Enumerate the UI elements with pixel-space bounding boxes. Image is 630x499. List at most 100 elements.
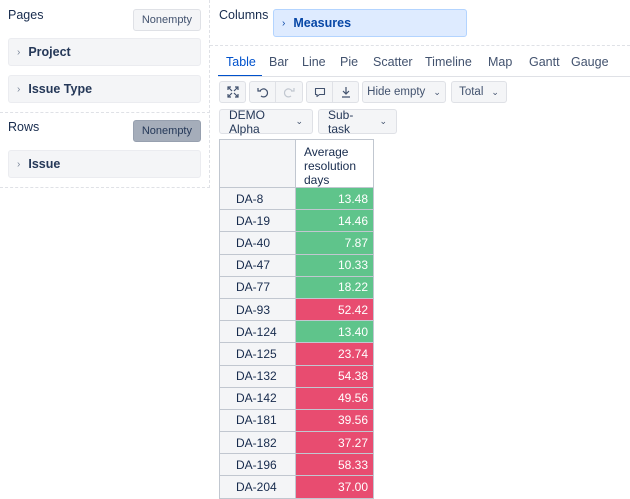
tab-pie[interactable]: Pie [334, 51, 366, 75]
row-header-issue[interactable]: DA-204 [219, 475, 296, 499]
project-filter-dropdown[interactable]: DEMO Alpha ⌄ [219, 107, 313, 136]
redo-button[interactable] [276, 81, 303, 103]
value-cell[interactable]: 7.87 [295, 231, 374, 255]
vertical-divider [209, 0, 210, 188]
row-header-issue[interactable]: DA-77 [219, 275, 296, 299]
row-header-issue[interactable]: DA-40 [219, 231, 296, 255]
total-label: Total [459, 86, 484, 98]
table-row: DA-77 18.22 [219, 275, 374, 299]
pages-label: Pages [8, 8, 44, 22]
value-cell[interactable]: 18.22 [295, 275, 374, 299]
measure-header-line: days [304, 173, 330, 187]
tabs-underline [218, 76, 630, 77]
dimension-label: Issue Type [28, 82, 93, 96]
table-row: DA-40 7.87 [219, 231, 374, 255]
value-cell[interactable]: 37.27 [295, 431, 374, 455]
tab-table[interactable]: Table [218, 51, 262, 77]
chevron-down-icon: ⌄ [295, 116, 303, 126]
rows-dimension-issue[interactable]: › Issue [8, 150, 201, 178]
project-filter-value: DEMO Alpha [229, 107, 265, 136]
chevron-down-icon: ⌄ [433, 86, 441, 97]
table-row: DA-19 14.46 [219, 209, 374, 233]
value-cell[interactable]: 10.33 [295, 253, 374, 277]
chevron-right-icon: › [17, 46, 21, 58]
row-header-issue[interactable]: DA-125 [219, 342, 296, 366]
chevron-down-icon: ⌄ [491, 86, 499, 97]
value-cell[interactable]: 14.46 [295, 209, 374, 233]
row-header-issue[interactable]: DA-196 [219, 453, 296, 477]
table-row: DA-124 13.40 [219, 320, 374, 344]
total-dropdown[interactable]: Total ⌄ [451, 81, 507, 103]
columns-dimension-measures[interactable]: › Measures [273, 9, 467, 37]
download-icon [341, 87, 350, 98]
row-header-issue[interactable]: DA-47 [219, 253, 296, 277]
left-panel: Pages Nonempty › Project › Issue Type Ro… [0, 0, 210, 499]
results-table: Average resolution days DA-8 13.48 DA-19 14… [219, 139, 374, 499]
table-row: DA-8 13.48 [219, 186, 374, 211]
row-header-issue[interactable]: DA-8 [219, 186, 296, 211]
issue-type-filter-value: Sub-task [328, 107, 354, 136]
table-row: DA-182 37.27 [219, 431, 374, 455]
pages-dimension-issue-type[interactable]: › Issue Type [8, 75, 201, 103]
tab-scatter[interactable]: Scatter [366, 51, 419, 75]
dimension-label: Issue [28, 157, 61, 171]
row-header-issue[interactable]: DA-124 [219, 320, 296, 344]
table-row: DA-204 37.00 [219, 475, 374, 499]
table-row: DA-142 49.56 [219, 386, 374, 410]
expand-button[interactable] [219, 81, 246, 103]
pages-dimension-project[interactable]: › Project [8, 38, 201, 66]
tab-gauge[interactable]: Gauge [563, 51, 609, 75]
tab-line[interactable]: Line [295, 51, 334, 75]
issue-type-filter-dropdown[interactable]: Sub-task ⌄ [318, 107, 397, 136]
tab-gantt[interactable]: Gantt [521, 51, 563, 75]
measure-header-average-resolution-days[interactable]: Average resolution days [295, 139, 374, 188]
table-header-row: Average resolution days [219, 139, 374, 188]
value-cell[interactable]: 13.48 [295, 186, 374, 211]
pages-nonempty-button[interactable]: Nonempty [132, 9, 201, 31]
divider [0, 187, 210, 188]
value-cell[interactable]: 54.38 [295, 364, 374, 388]
row-header-issue[interactable]: DA-181 [219, 408, 296, 433]
dimension-label: Measures [293, 16, 352, 30]
value-cell[interactable]: 49.56 [295, 386, 374, 410]
measure-header-line: Average [304, 145, 349, 159]
table-row: DA-196 58.33 [219, 453, 374, 477]
divider [210, 45, 630, 46]
divider [0, 112, 210, 113]
value-cell[interactable]: 52.42 [295, 297, 374, 322]
hide-empty-label: Hide empty [367, 86, 426, 98]
row-header-issue[interactable]: DA-19 [219, 209, 296, 233]
view-tabs: Table Bar Line Pie Scatter Timeline Map … [218, 51, 609, 77]
row-header-issue[interactable]: DA-93 [219, 297, 296, 322]
chevron-right-icon: › [282, 17, 286, 29]
value-cell[interactable]: 13.40 [295, 320, 374, 344]
chevron-right-icon: › [17, 158, 21, 170]
expand-icon [226, 86, 239, 98]
tab-timeline[interactable]: Timeline [419, 51, 481, 75]
rows-nonempty-button[interactable]: Nonempty [132, 120, 201, 142]
undo-icon [256, 88, 268, 98]
table-row: DA-125 23.74 [219, 342, 374, 366]
undo-button[interactable] [249, 81, 276, 103]
dimension-label: Project [28, 45, 71, 59]
value-cell[interactable]: 23.74 [295, 342, 374, 366]
redo-icon [283, 88, 295, 98]
tab-map[interactable]: Map [481, 51, 521, 75]
value-cell[interactable]: 37.00 [295, 475, 374, 499]
rows-label: Rows [8, 120, 40, 134]
chevron-right-icon: › [17, 83, 21, 95]
row-header-issue[interactable]: DA-132 [219, 364, 296, 388]
table-row: DA-181 39.56 [219, 408, 374, 433]
value-cell[interactable]: 39.56 [295, 408, 374, 433]
value-cell[interactable]: 58.33 [295, 453, 374, 477]
table-row: DA-93 52.42 [219, 297, 374, 322]
row-header-issue[interactable]: DA-142 [219, 386, 296, 410]
comment-button[interactable] [306, 81, 333, 103]
hide-empty-dropdown[interactable]: Hide empty ⌄ [362, 81, 446, 103]
tab-bar[interactable]: Bar [262, 51, 295, 75]
table-row: DA-47 10.33 [219, 253, 374, 277]
row-header-issue[interactable]: DA-182 [219, 431, 296, 455]
table-row: DA-132 54.38 [219, 364, 374, 388]
download-button[interactable] [333, 81, 359, 103]
chevron-down-icon: ⌄ [379, 116, 387, 126]
